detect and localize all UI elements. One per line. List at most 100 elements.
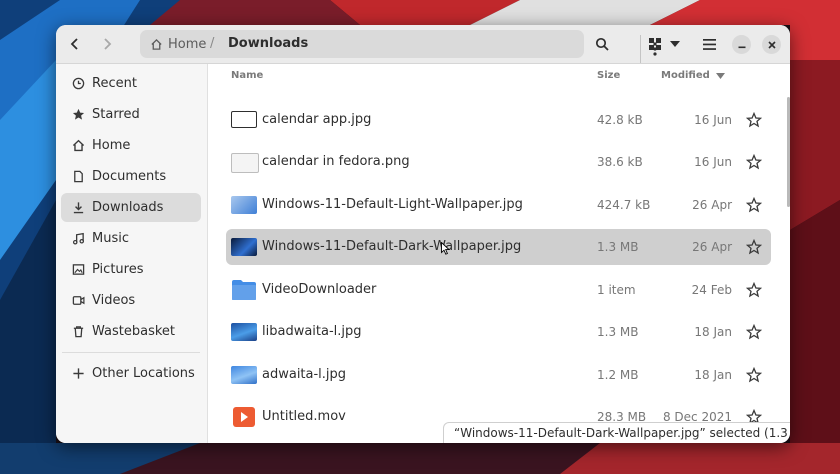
back-button[interactable]: [61, 30, 89, 58]
chevron-right-icon: [104, 38, 112, 50]
sidebar: Recent Starred Home Documents Downloads …: [56, 64, 208, 443]
sidebar-item-documents[interactable]: Documents: [61, 162, 201, 191]
sidebar-item-recent[interactable]: Recent: [61, 69, 201, 98]
folder-row[interactable]: VideoDownloader 1 item 24 Feb: [226, 272, 771, 308]
star-outline-icon[interactable]: [746, 112, 762, 128]
file-modified: 26 Apr: [692, 198, 732, 212]
image-thumbnail: [231, 366, 257, 384]
file-row[interactable]: calendar in fedora.png 38.6 kB 16 Jun: [226, 144, 771, 180]
file-size: 1.3 MB: [597, 325, 639, 339]
file-modified: 26 Apr: [692, 240, 732, 254]
star-outline-icon[interactable]: [746, 367, 762, 383]
view-options-button[interactable]: [667, 30, 683, 58]
file-size: 38.6 kB: [597, 155, 643, 169]
video-file-icon: [233, 407, 255, 427]
column-header-modified[interactable]: Modified: [661, 70, 725, 81]
breadcrumb-home-label: Home: [168, 36, 207, 52]
trash-icon: [71, 325, 85, 339]
file-manager-window: Home / Downloads Recent Starred Home Doc…: [56, 25, 790, 443]
file-row[interactable]: Windows-11-Default-Light-Wallpaper.jpg 4…: [226, 187, 771, 223]
file-size: 42.8 kB: [597, 113, 643, 127]
image-thumbnail: [231, 323, 257, 341]
sidebar-item-home[interactable]: Home: [61, 131, 201, 160]
file-name: adwaita-l.jpg: [262, 367, 347, 382]
file-modified: 16 Jun: [694, 155, 732, 169]
minimize-icon: [738, 46, 745, 48]
sidebar-item-videos[interactable]: Videos: [61, 286, 201, 315]
file-row[interactable]: adwaita-l.jpg 1.2 MB 18 Jan: [226, 357, 771, 393]
music-icon: [71, 232, 85, 246]
breadcrumb-current[interactable]: Downloads: [228, 30, 308, 58]
column-header-name[interactable]: Name: [231, 70, 263, 81]
image-thumbnail: [231, 153, 259, 173]
file-name: libadwaita-l.jpg: [262, 324, 362, 339]
star-outline-icon[interactable]: [746, 154, 762, 170]
sidebar-item-label: Starred: [92, 107, 140, 122]
sidebar-item-label: Home: [92, 138, 131, 153]
chevron-left-icon: [70, 38, 78, 50]
star-outline-icon[interactable]: [746, 324, 762, 340]
sidebar-item-other-locations[interactable]: Other Locations: [61, 359, 201, 388]
star-outline-icon[interactable]: [746, 282, 762, 298]
hamburger-menu-icon: [702, 38, 716, 50]
folder-icon: [232, 280, 256, 300]
star-outline-icon[interactable]: [746, 239, 762, 255]
sidebar-item-label: Wastebasket: [92, 324, 176, 339]
file-row[interactable]: calendar app.jpg 42.8 kB 16 Jun: [226, 102, 771, 138]
picture-icon: [71, 263, 85, 277]
search-button[interactable]: [588, 30, 616, 58]
close-button[interactable]: [762, 35, 781, 54]
sidebar-divider: [62, 352, 200, 353]
column-header-size[interactable]: Size: [597, 70, 620, 81]
sidebar-item-music[interactable]: Music: [61, 224, 201, 253]
download-icon: [71, 201, 85, 215]
triangle-down-icon: [670, 41, 680, 47]
sidebar-item-label: Documents: [92, 169, 167, 184]
minimize-button[interactable]: [732, 35, 751, 54]
file-size: 1.3 MB: [597, 240, 639, 254]
sidebar-item-label: Music: [92, 231, 129, 246]
sidebar-item-downloads[interactable]: Downloads: [61, 193, 201, 222]
grid-icon: [649, 38, 661, 50]
path-bar: Home / Downloads: [140, 30, 657, 63]
main-menu-button[interactable]: [695, 30, 723, 58]
view-grid-button[interactable]: [641, 30, 669, 58]
file-modified: 24 Feb: [691, 283, 732, 297]
home-icon: [71, 139, 85, 153]
home-icon: [151, 38, 162, 50]
file-row-selected[interactable]: Windows-11-Default-Dark-Wallpaper.jpg 1.…: [226, 229, 771, 265]
file-size: 424.7 kB: [597, 198, 651, 212]
file-modified: 18 Jan: [694, 368, 732, 382]
star-outline-icon[interactable]: [746, 197, 762, 213]
forward-button[interactable]: [93, 30, 121, 58]
sidebar-item-label: Pictures: [92, 262, 144, 277]
header-bar: Home / Downloads: [56, 25, 790, 64]
sidebar-item-label: Recent: [92, 76, 137, 91]
star-icon: [71, 108, 85, 122]
sidebar-item-pictures[interactable]: Pictures: [61, 255, 201, 284]
scrollbar[interactable]: [787, 97, 790, 207]
file-row[interactable]: libadwaita-l.jpg 1.3 MB 18 Jan: [226, 314, 771, 350]
image-thumbnail: [231, 238, 257, 256]
sidebar-item-starred[interactable]: Starred: [61, 100, 201, 129]
file-name: Windows-11-Default-Light-Wallpaper.jpg: [262, 197, 523, 212]
video-icon: [71, 294, 85, 308]
column-header-modified-label: Modified: [661, 70, 710, 81]
selection-status: “Windows-11-Default-Dark-Wallpaper.jpg” …: [443, 422, 790, 443]
image-thumbnail: [231, 111, 257, 128]
sidebar-item-label: Other Locations: [92, 366, 195, 381]
sidebar-item-label: Downloads: [92, 200, 164, 215]
file-name: calendar in fedora.png: [262, 154, 410, 169]
plus-icon: [71, 367, 85, 381]
file-modified: 16 Jun: [694, 113, 732, 127]
file-name: Windows-11-Default-Dark-Wallpaper.jpg: [262, 239, 522, 254]
file-name: calendar app.jpg: [262, 112, 372, 127]
mouse-cursor-icon: [441, 242, 450, 255]
sort-descending-icon: [715, 72, 725, 79]
file-size: 1 item: [597, 283, 636, 297]
breadcrumb-home[interactable]: Home: [150, 30, 206, 58]
close-icon: [767, 40, 776, 49]
file-modified: 18 Jan: [694, 325, 732, 339]
file-name: Untitled.mov: [262, 409, 346, 424]
sidebar-item-wastebasket[interactable]: Wastebasket: [61, 317, 201, 346]
